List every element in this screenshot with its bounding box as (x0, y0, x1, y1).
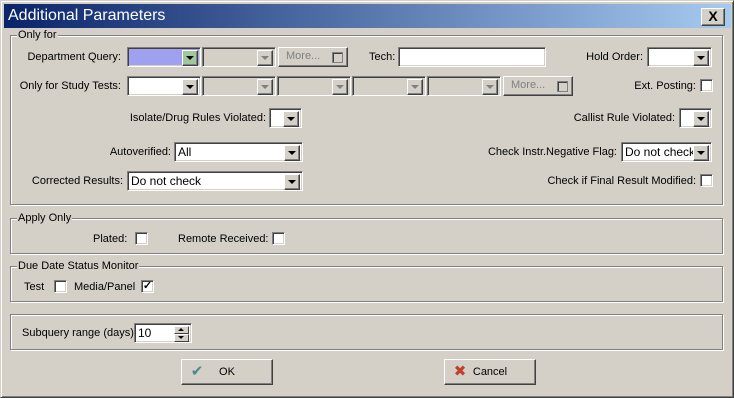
media-panel-label: Media/Panel (74, 281, 136, 293)
more-checkbox-icon (557, 81, 568, 92)
hold-order-select[interactable] (647, 47, 712, 67)
autoverified-select[interactable]: All (174, 142, 303, 162)
chevron-down-icon[interactable] (182, 79, 198, 95)
more-checkbox-icon (332, 52, 343, 63)
chevron-down-icon[interactable] (332, 79, 348, 95)
subquery-range-label: Subquery range (days): (22, 327, 137, 339)
chevron-down-icon[interactable] (283, 111, 299, 127)
study-test-select-5[interactable] (427, 76, 501, 96)
tech-input[interactable] (398, 47, 546, 67)
chevron-down-icon[interactable] (284, 145, 300, 161)
study-more-button[interactable]: More... (503, 76, 573, 96)
chevron-down-icon[interactable] (284, 174, 300, 190)
chevron-down-icon[interactable] (257, 50, 273, 66)
test-label: Test (24, 281, 45, 293)
callist-rule-label: Callist Rule Violated: (573, 112, 675, 124)
department-query-label: Department Query: (27, 51, 121, 63)
apply-only-title: Apply Only (17, 211, 73, 225)
autoverified-label: Autoverified: (109, 146, 171, 158)
subquery-range-stepper[interactable]: 10 (134, 323, 192, 343)
department-query-select[interactable] (127, 47, 201, 67)
media-panel-checkbox[interactable]: ✓ (141, 280, 154, 293)
cancel-x-icon: ✖ (453, 363, 467, 380)
chevron-down-icon[interactable] (182, 50, 198, 66)
plated-label: Plated: (93, 233, 128, 245)
remote-received-checkbox[interactable] (272, 232, 285, 245)
ext-posting-label: Ext. Posting: (634, 80, 696, 92)
chevron-down-icon[interactable] (257, 79, 273, 95)
remote-received-label: Remote Received: (178, 233, 269, 245)
isolate-drug-select[interactable] (269, 108, 302, 128)
chevron-down-icon[interactable] (693, 111, 709, 127)
department-more-button[interactable]: More... (278, 47, 348, 67)
spin-down-icon[interactable] (174, 334, 189, 342)
check-instr-select[interactable]: Do not check (621, 142, 712, 162)
tech-label: Tech: (369, 51, 396, 63)
title-bar[interactable]: Additional Parameters X (4, 4, 731, 28)
check-instr-label: Check Instr.Negative Flag: (487, 146, 617, 158)
chevron-down-icon[interactable] (693, 50, 709, 66)
chevron-down-icon[interactable] (407, 79, 423, 95)
test-checkbox[interactable] (54, 280, 67, 293)
close-button[interactable]: X (701, 8, 725, 26)
study-test-select-4[interactable] (352, 76, 426, 96)
study-test-select-2[interactable] (202, 76, 276, 96)
final-modified-label: Check if Final Result Modified: (547, 175, 696, 187)
check-mark-icon: ✓ (142, 280, 153, 292)
ok-button[interactable]: ✔ OK (181, 359, 273, 385)
study-test-select-3[interactable] (277, 76, 351, 96)
study-tests-label: Only for Study Tests: (19, 80, 121, 92)
ext-posting-checkbox[interactable] (700, 79, 713, 92)
corrected-results-label: Corrected Results: (31, 175, 123, 187)
study-test-select-1[interactable] (127, 76, 201, 96)
corrected-results-select[interactable]: Do not check (127, 171, 303, 191)
isolate-drug-label: Isolate/Drug Rules Violated: (129, 112, 266, 124)
checkmark-icon: ✔ (190, 363, 204, 380)
plated-checkbox[interactable] (135, 232, 148, 245)
window-title: Additional Parameters (8, 7, 166, 24)
callist-rule-select[interactable] (679, 108, 712, 128)
department-query-select-2[interactable] (202, 47, 276, 67)
hold-order-label: Hold Order: (586, 51, 643, 63)
spin-up-icon[interactable] (174, 326, 189, 334)
final-modified-checkbox[interactable] (700, 174, 713, 187)
cancel-button[interactable]: ✖ Cancel (444, 359, 536, 385)
only-for-title: Only for (17, 28, 58, 42)
dialog-window: Additional Parameters X Only for Departm… (0, 0, 734, 398)
chevron-down-icon[interactable] (482, 79, 498, 95)
due-date-title: Due Date Status Monitor (17, 259, 140, 273)
chevron-down-icon[interactable] (693, 145, 709, 161)
